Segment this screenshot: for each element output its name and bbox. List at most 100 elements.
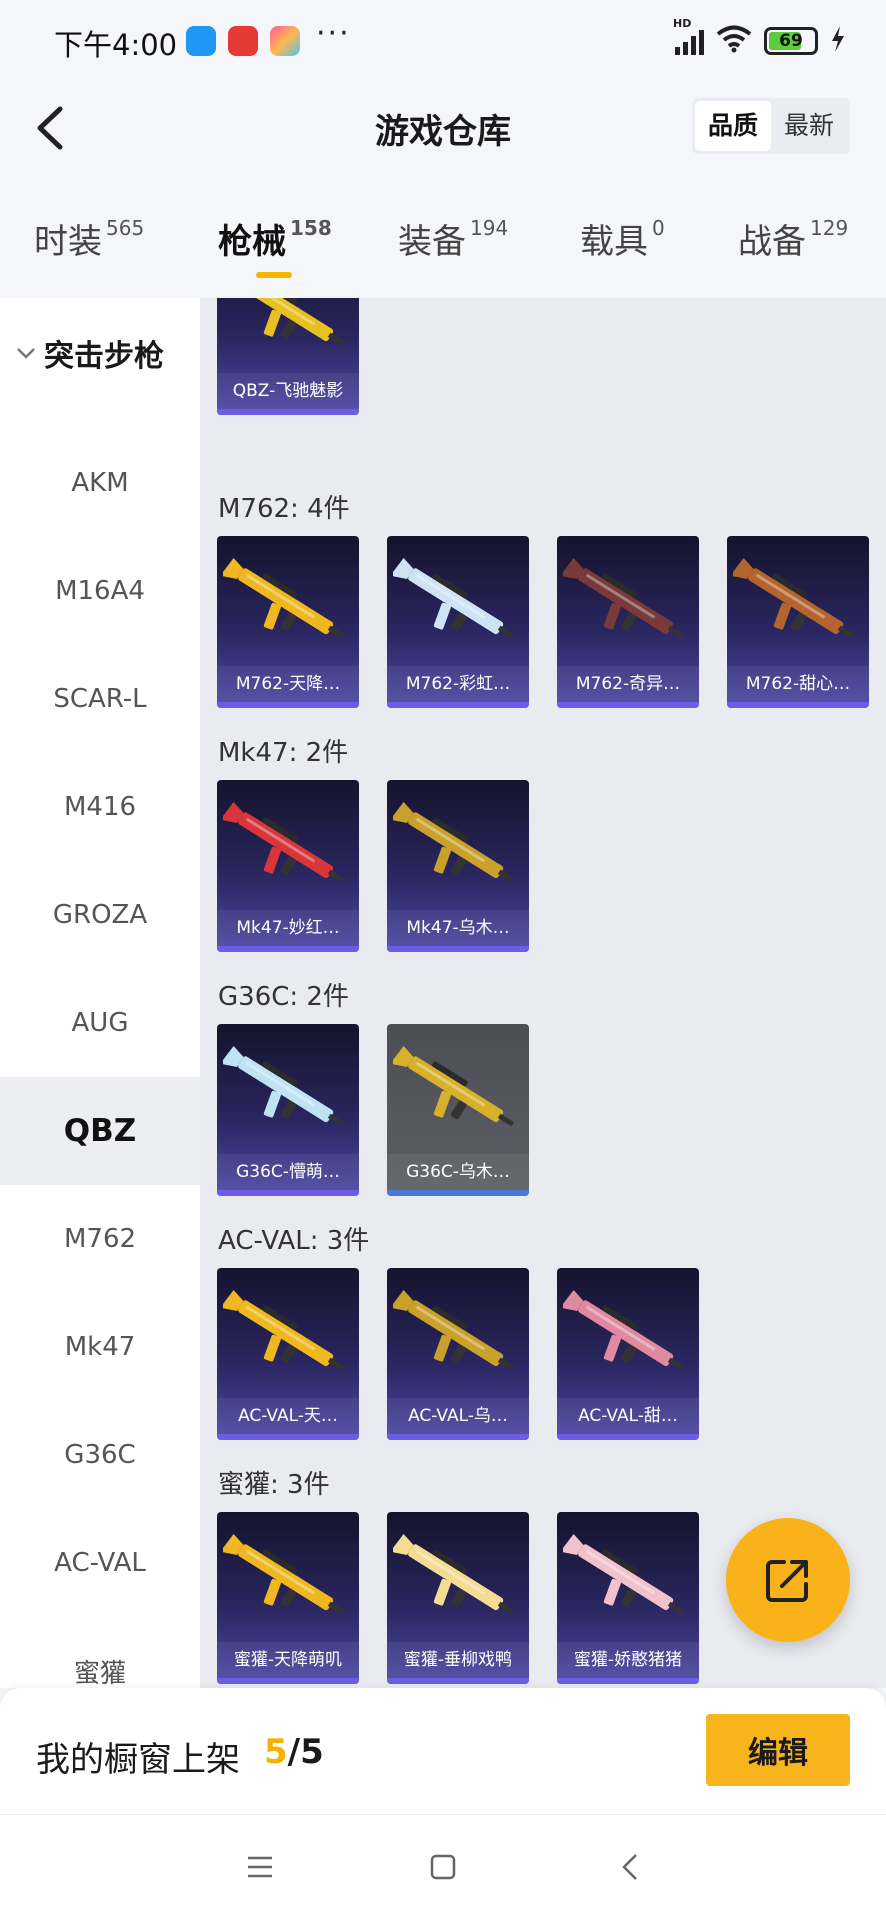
home-square-icon: [430, 1854, 456, 1880]
tab-count: 0: [652, 216, 665, 240]
rarity-bar: [217, 409, 359, 415]
rarity-bar: [217, 702, 359, 708]
sidebar-item[interactable]: G36C: [0, 1401, 200, 1509]
sidebar-item[interactable]: M416: [0, 753, 200, 861]
back-chevron-icon: [622, 1854, 637, 1880]
tab-guns[interactable]: 枪械 158: [218, 214, 332, 278]
weapon-image: [390, 1526, 523, 1636]
sidebar-item[interactable]: M16A4: [0, 537, 200, 645]
weapon-skin-card[interactable]: QBZ-飞驰魅影: [217, 298, 359, 415]
wifi-icon: [716, 25, 752, 57]
weapon-skin-card[interactable]: G36C-懵萌…: [217, 1024, 359, 1196]
weapon-skin-name: M762-奇异…: [557, 666, 699, 702]
rarity-bar: [387, 702, 529, 708]
weapon-skin-card[interactable]: AC-VAL-甜…: [557, 1268, 699, 1440]
chat-app-icon: [186, 26, 216, 56]
weapon-type-sidebar: 突击步枪 AKM M16A4 SCAR-L M416 GROZA AUG QBZ M762 Mk…: [0, 298, 200, 1688]
home-nav-button[interactable]: [421, 1845, 465, 1889]
tab-equipment[interactable]: 装备 194: [398, 214, 508, 263]
weapon-skin-card[interactable]: M762-甜心…: [727, 536, 869, 708]
signal-icon: HD: [673, 17, 704, 55]
network-type-label: HD: [673, 17, 692, 30]
weapon-skin-card[interactable]: G36C-乌木…: [387, 1024, 529, 1196]
chevron-down-icon: [16, 341, 36, 365]
sidebar-item[interactable]: GROZA: [0, 861, 200, 969]
weapon-image: [220, 794, 353, 904]
menu-nav-button[interactable]: [238, 1845, 282, 1889]
sidebar-item[interactable]: AUG: [0, 969, 200, 1077]
sort-newest-option[interactable]: 最新: [771, 101, 847, 151]
weapon-skin-name: Mk47-乌木…: [387, 910, 529, 946]
sidebar-group-label: 突击步枪: [44, 339, 164, 374]
system-nav-bar: [0, 1814, 886, 1920]
share-fab-button[interactable]: [726, 1518, 850, 1642]
status-bar: 下午4:00 ··· HD 69: [0, 0, 886, 78]
weapon-skin-name: G36C-懵萌…: [217, 1154, 359, 1190]
weapon-skin-card[interactable]: M762-天降…: [217, 536, 359, 708]
weapon-image: [220, 1282, 353, 1392]
tab-count: 565: [106, 216, 145, 240]
more-notifications-icon: ···: [316, 16, 351, 51]
showcase-separator: /: [287, 1732, 301, 1772]
weapon-skin-card[interactable]: Mk47-乌木…: [387, 780, 529, 952]
rarity-bar: [557, 1678, 699, 1684]
showcase-count: 5/5: [264, 1732, 324, 1772]
showcase-label: 我的橱窗上架: [36, 1740, 240, 1780]
sidebar-item[interactable]: M762: [0, 1185, 200, 1293]
weapon-image: [560, 550, 693, 660]
weapon-skin-name: G36C-乌木…: [387, 1154, 529, 1190]
sidebar-item[interactable]: AKM: [0, 429, 200, 537]
weapon-skin-card[interactable]: Mk47-妙红…: [217, 780, 359, 952]
tab-fashion[interactable]: 时装 565: [34, 214, 144, 263]
sidebar-item[interactable]: AC-VAL: [0, 1509, 200, 1617]
weapon-skin-card[interactable]: 蜜獾-天降萌叽: [217, 1512, 359, 1684]
category-tabs: 时装 565 枪械 158 装备 194 载具 0 战备 129: [0, 200, 886, 290]
showcase-current: 5: [264, 1732, 288, 1772]
rarity-bar: [387, 1190, 529, 1196]
game-app-icon: [270, 26, 300, 56]
rarity-bar: [557, 1434, 699, 1440]
edit-button[interactable]: 编辑: [706, 1714, 850, 1786]
tab-supplies[interactable]: 战备 129: [738, 214, 848, 263]
tab-count: 194: [470, 216, 509, 240]
rarity-bar: [387, 1678, 529, 1684]
section-title: M762: 4件: [218, 494, 350, 524]
sort-toggle: 品质 最新: [691, 98, 850, 154]
weapon-image: [390, 794, 523, 904]
weapon-skin-name: M762-甜心…: [727, 666, 869, 702]
sidebar-group-header[interactable]: 突击步枪: [0, 298, 200, 408]
charging-icon: [830, 25, 846, 57]
weapon-image: [390, 1282, 523, 1392]
weapon-skin-name: QBZ-飞驰魅影: [217, 373, 359, 409]
weapon-skin-card[interactable]: AC-VAL-天…: [217, 1268, 359, 1440]
sidebar-item[interactable]: QBZ: [0, 1077, 200, 1185]
back-nav-button[interactable]: [608, 1845, 652, 1889]
weapon-skin-name: AC-VAL-甜…: [557, 1398, 699, 1434]
sidebar-item[interactable]: SCAR-L: [0, 645, 200, 753]
tab-vehicles[interactable]: 载具 0: [580, 214, 665, 263]
section-title: AC-VAL: 3件: [218, 1226, 370, 1256]
weapon-skin-card[interactable]: M762-奇异…: [557, 536, 699, 708]
weapon-skin-name: 蜜獾-娇憨猪猪: [557, 1642, 699, 1678]
battery-icon: 69: [764, 27, 818, 55]
share-external-icon: [766, 1560, 808, 1602]
tab-label: 装备: [398, 222, 466, 262]
sidebar-item[interactable]: Mk47: [0, 1293, 200, 1401]
weapon-skin-name: 蜜獾-垂柳戏鸭: [387, 1642, 529, 1678]
weapon-image: [560, 1526, 693, 1636]
weapon-image: [390, 550, 523, 660]
weapon-skin-card[interactable]: 蜜獾-娇憨猪猪: [557, 1512, 699, 1684]
top-header: 游戏仓库 品质 最新: [0, 78, 886, 178]
weapon-skin-card[interactable]: AC-VAL-乌…: [387, 1268, 529, 1440]
rarity-bar: [387, 1434, 529, 1440]
battery-level: 69: [779, 31, 803, 51]
tab-label: 战备: [738, 222, 806, 262]
weapon-skin-card[interactable]: M762-彩虹…: [387, 536, 529, 708]
rarity-bar: [557, 702, 699, 708]
weapon-image: [730, 550, 863, 660]
weapon-skin-card[interactable]: 蜜獾-垂柳戏鸭: [387, 1512, 529, 1684]
sidebar-item[interactable]: 蜜獾: [0, 1617, 200, 1689]
sort-quality-option[interactable]: 品质: [694, 101, 771, 151]
rarity-bar: [217, 1190, 359, 1196]
app-screen: 下午4:00 ··· HD 69 游戏仓库 品质 最新 时装 565 枪械 15…: [0, 0, 886, 1920]
